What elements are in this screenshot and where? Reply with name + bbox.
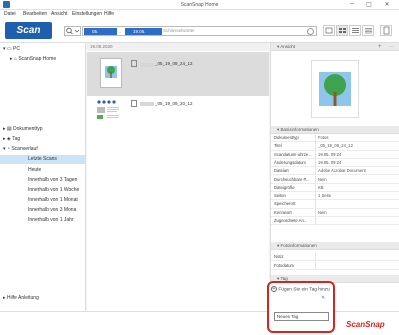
redacted-prefix [140,101,154,107]
close-button[interactable]: ✕ [380,1,394,9]
menu-datei[interactable]: Datei [4,11,16,17]
clear-search-icon[interactable] [307,28,314,35]
sidebar-item-3-tage[interactable]: Innerhalb von 3 Tagen [28,177,77,183]
scansnap-logo: ScanSnap [346,320,385,329]
document-preview [311,60,359,118]
sidebar-item-letzte-scans[interactable]: Letzte Scans [0,155,85,164]
list-item[interactable]: _05_19_09_20_12 [87,97,269,141]
add-tag-button[interactable]: + Fügen Sie ein Tag hinzu [271,286,333,294]
maximize-button[interactable]: □ [362,1,376,9]
menu-ansicht[interactable]: Ansicht [51,11,67,17]
search-field[interactable]: 05. → 19.05. Schlüsselwörter [82,26,317,36]
redacted-prefix [140,62,154,68]
prop-dokumenttyp: Dokumenttyp Fotos [271,134,399,143]
prop-durchsuchbar: Durchsuchbare P... Nein [271,175,399,184]
document-icon[interactable] [380,25,392,36]
date-from-chip[interactable]: 05. [84,28,117,35]
sidebar-item-dokumenttyp[interactable]: ▸ ▤ Dokumenttyp [3,126,43,132]
detail-panel: ▾ Ansicht + ⋯ ▾ Basisinformationen Dokum… [270,43,399,311]
date-separator: → [118,29,122,34]
prop-kennwort: Kennwort Nein [271,208,399,217]
prop-seiten: Seiten 1 Seite [271,192,399,201]
title-bar: ScanSnap Home ─ □ ✕ [0,0,399,10]
add-icon[interactable]: + [378,44,388,50]
prop-titel: Titel _05_19_09_24_12 [271,142,399,151]
prop-aenderungsdatum: Änderungsdatum 19.05. 09:24 [271,158,399,168]
foto-info-header[interactable]: ▾ Fotoinformationen [271,242,399,250]
add-circle-icon: + [271,286,277,292]
prop-fotodatum: Fotodatum [271,262,399,271]
sidebar-item-hilfe[interactable]: ▸ Hilfe Anleitung [3,295,39,301]
menu-bearbeiten[interactable]: Bearbeiten [23,11,47,17]
sidebar-item-tag[interactable]: ▸ ◈ Tag [3,136,20,142]
sidebar-item-scansnap-home[interactable]: ▸ ⌂ ScanSnap Home [10,56,56,62]
toolbar: Scan 05. → 19.05. Schlüsselwörter [0,19,399,43]
photo-thumbnail [100,58,122,88]
document-name: _05_19_09_24_12 [155,61,193,66]
add-tag-popup: ✕ + Fügen Sie ein Tag hinzu Neues Tag [267,281,335,333]
date-group-header: 19.05.2020 [87,43,269,51]
prop-notiz: Notiz [271,253,399,262]
sidebar-item-heute[interactable]: Heute [28,167,41,173]
scan-button[interactable]: Scan [5,22,52,39]
sidebar-item-1-jahr[interactable]: Innerhalb von 1 Jahr [28,217,74,223]
prop-scandatum: Scandatum/-uhrze... 19.05. 09:24 [271,150,399,159]
sidebar-item-1-monat[interactable]: Innerhalb von 1 Monat [28,197,78,203]
file-type-icon [131,60,137,67]
menu-bar: Datei Bearbeiten Ansicht Einstellungen H… [0,10,399,19]
document-thumbnail [95,99,121,121]
menu-einstellungen[interactable]: Einstellungen [72,11,102,17]
new-tag-input[interactable]: Neues Tag [274,312,329,321]
sidebar-item-3-monate[interactable]: Innerhalb von 3 Mona [28,207,76,213]
document-list: 19.05.2020 _05_19_09_24_12 _05_19_09_20_… [87,43,269,311]
filter-icon[interactable] [323,25,335,36]
prop-speicherort: Speicherort [271,200,399,209]
close-icon[interactable]: ✕ [321,295,329,301]
list-view-icon[interactable] [349,25,361,36]
search-dropdown[interactable] [64,26,81,36]
basis-info-header[interactable]: ▾ Basisinformationen [271,126,399,134]
search-input[interactable]: Schlüsselwörter [163,28,195,33]
window-title: ScanSnap Home [180,2,219,8]
prop-zugeordnete: Zugeordnete An... [271,217,399,226]
search-icon [66,27,80,35]
sidebar-item-scanverlauf[interactable]: ▾ ◔ Scanverlauf [3,146,38,152]
prop-dateigroesse: Dateigröße KB [271,183,399,193]
sidebar-item-1-woche[interactable]: Innerhalb von 1 Woche [28,187,79,193]
list-item[interactable]: _05_19_09_24_12 [87,52,269,96]
date-to-chip[interactable]: 19.05. [125,28,162,35]
document-name: _05_19_09_20_12 [155,101,193,106]
menu-hilfe[interactable]: Hilfe [104,11,114,17]
sidebar: ▾ ▭ PC ▸ ⌂ ScanSnap Home ▸ ▤ Dokumenttyp… [0,43,86,311]
minimize-button[interactable]: ─ [345,1,359,9]
more-icon[interactable]: ⋯ [389,44,399,50]
detail-view-icon[interactable] [362,25,374,36]
thumbnail-view-icon[interactable] [336,25,348,36]
status-bar [0,311,399,335]
file-type-icon [131,100,137,107]
prop-dateiart: Dateiart Adobe Acrobat Document [271,167,399,176]
sidebar-item-pc[interactable]: ▾ ▭ PC [3,46,20,52]
